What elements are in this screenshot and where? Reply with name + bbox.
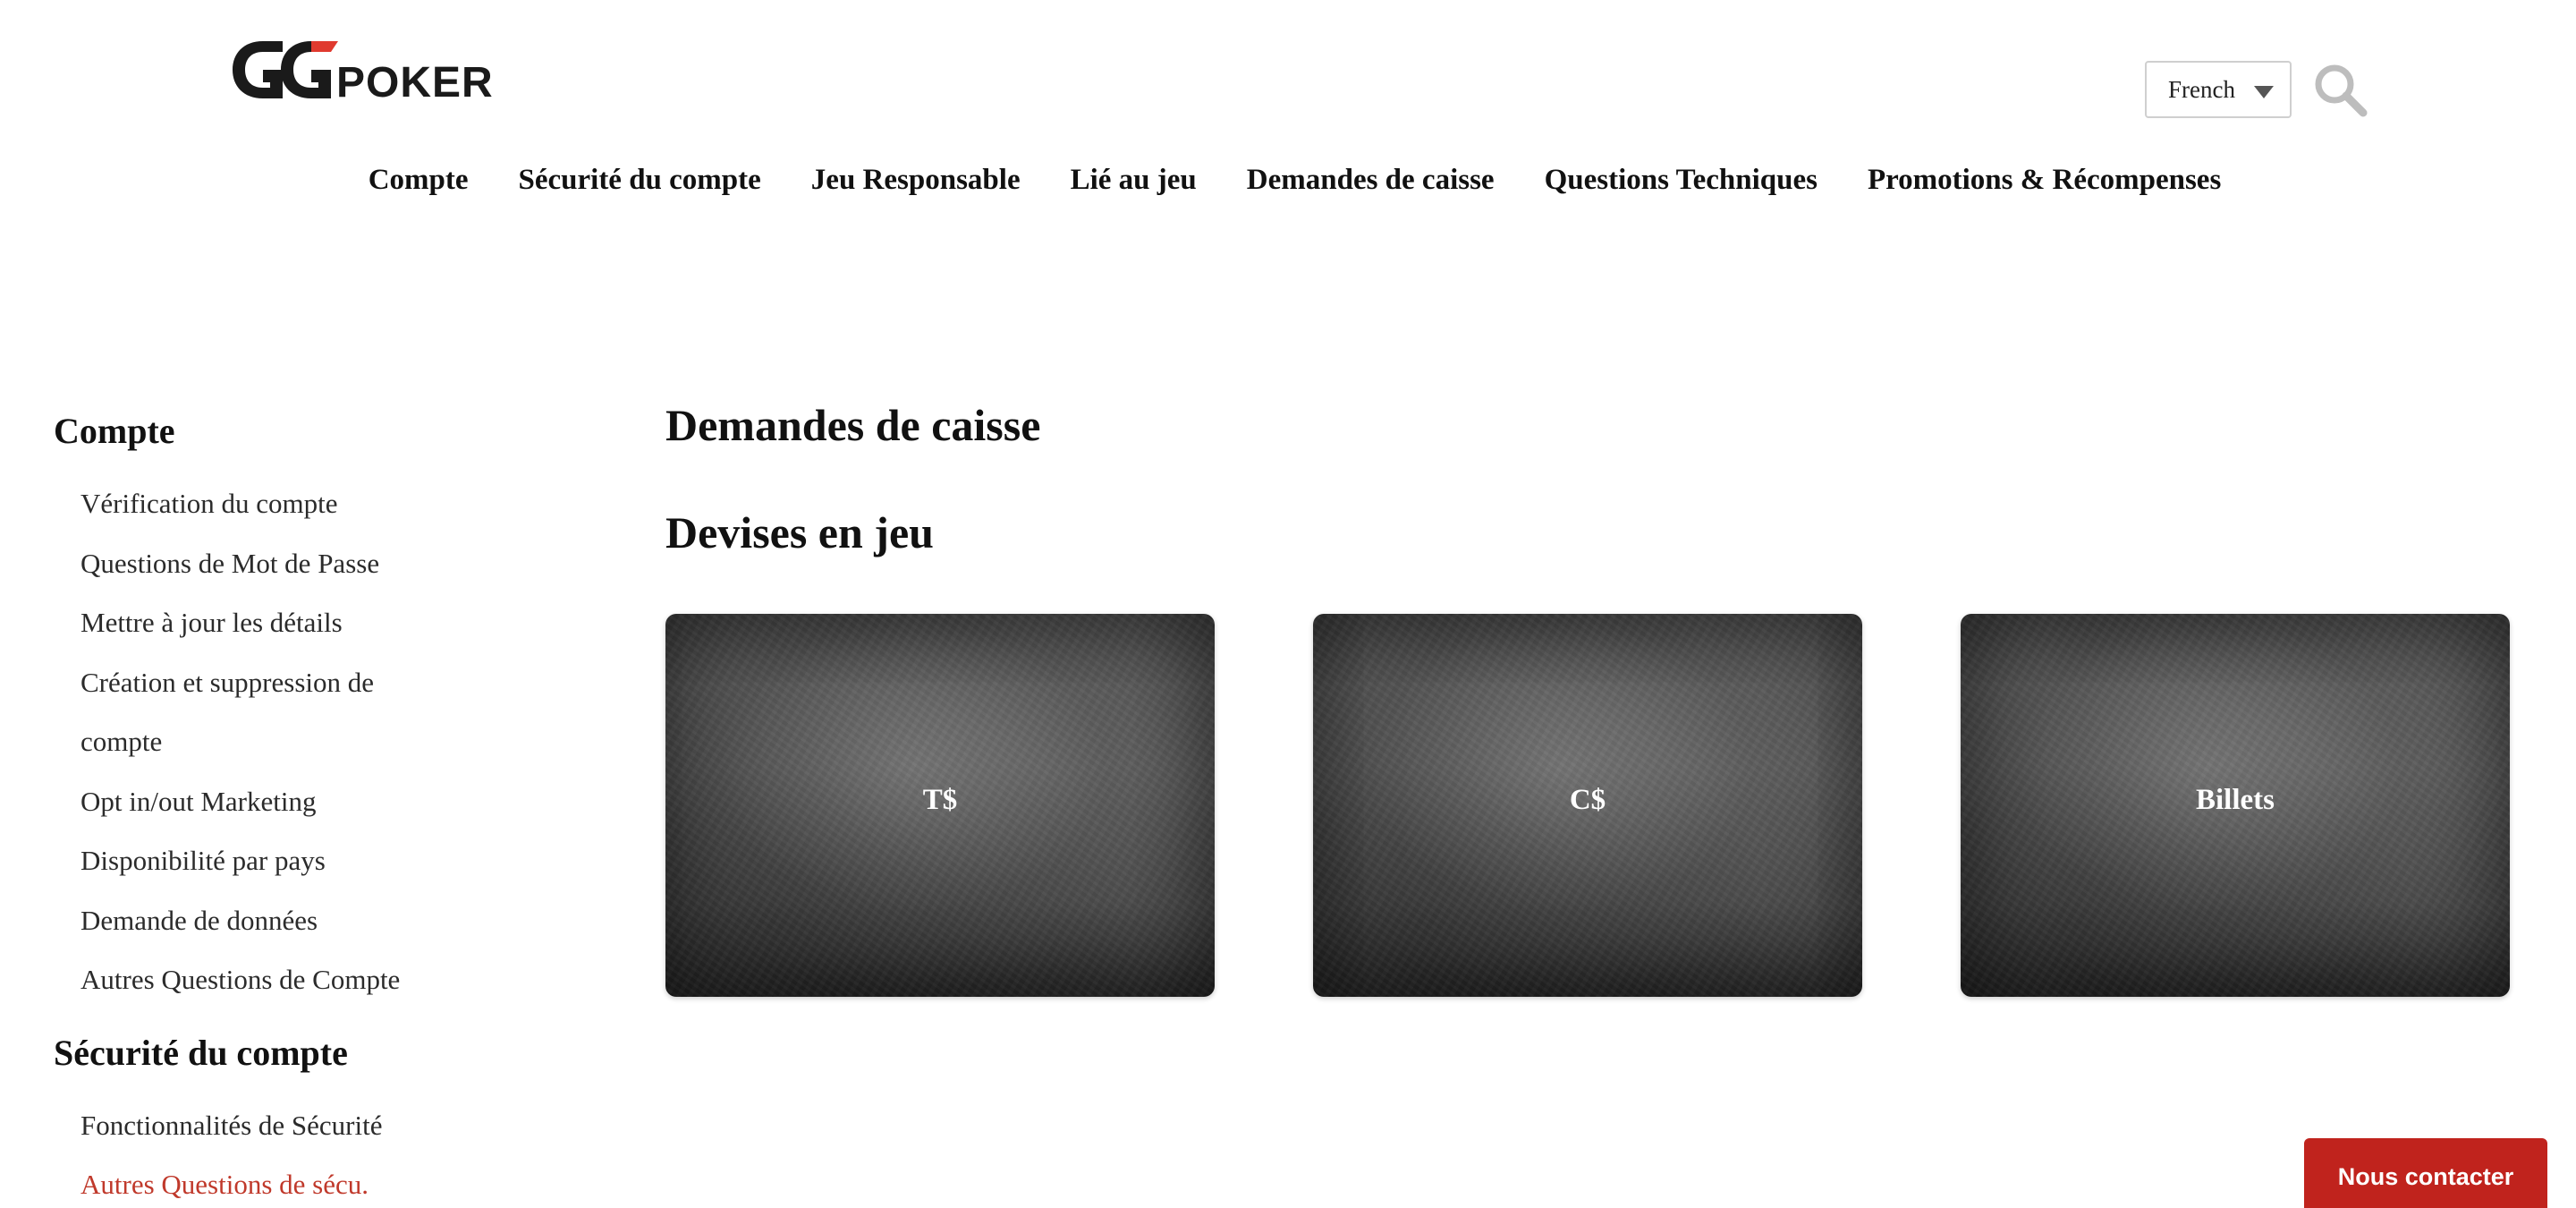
sidebar-item-demande-donnees[interactable]: Demande de données — [54, 891, 456, 951]
nav-item-compte[interactable]: Compte — [369, 157, 469, 202]
sidebar-heading-compte[interactable]: Compte — [54, 403, 555, 474]
sidebar-list-compte: Vérification du compte Questions de Mot … — [54, 474, 555, 1010]
nav-item-lie-au-jeu[interactable]: Lié au jeu — [1071, 157, 1197, 202]
sidebar-heading-securite[interactable]: Sécurité du compte — [54, 1025, 555, 1096]
card-label: Billets — [2196, 784, 2275, 816]
top-navigation: Compte Sécurité du compte Jeu Responsabl… — [0, 157, 2576, 202]
contact-button[interactable]: Nous contacter — [2304, 1138, 2547, 1208]
sidebar-item-mettre-a-jour[interactable]: Mettre à jour les détails — [54, 593, 456, 653]
sidebar: Compte Vérification du compte Questions … — [54, 403, 555, 1208]
section-title: Devises en jeu — [665, 507, 934, 557]
sidebar-item-creation-suppression[interactable]: Création et suppression de compte — [54, 653, 456, 772]
card-label: C$ — [1569, 784, 1606, 816]
sidebar-item-autres-compte[interactable]: Autres Questions de Compte — [54, 950, 456, 1010]
nav-item-securite-du-compte[interactable]: Sécurité du compte — [519, 157, 761, 202]
ggpoker-logo[interactable]: POKER — [227, 34, 531, 106]
card-label: T$ — [922, 784, 958, 816]
sidebar-item-disponibilite[interactable]: Disponibilité par pays — [54, 831, 456, 891]
logo-text: POKER — [336, 59, 494, 106]
currency-cards: T$ C$ Billets — [665, 614, 2517, 997]
card-tdollar[interactable]: T$ — [665, 614, 1215, 997]
nav-item-jeu-responsable[interactable]: Jeu Responsable — [811, 157, 1021, 202]
sidebar-item-fonctionnalites-securite[interactable]: Fonctionnalités de Sécurité — [54, 1096, 456, 1156]
language-selected-label: French — [2168, 75, 2235, 103]
search-icon[interactable] — [2311, 61, 2368, 118]
nav-item-demandes-de-caisse[interactable]: Demandes de caisse — [1247, 157, 1495, 202]
page-title: Demandes de caisse — [665, 400, 1041, 450]
card-billets[interactable]: Billets — [1961, 614, 2510, 997]
sidebar-list-securite: Fonctionnalités de Sécurité Autres Quest… — [54, 1096, 555, 1208]
sidebar-item-mot-de-passe[interactable]: Questions de Mot de Passe — [54, 534, 456, 594]
sidebar-item-opt-in-out[interactable]: Opt in/out Marketing — [54, 772, 456, 832]
caret-down-icon — [2254, 86, 2274, 98]
main-content: Demandes de caisse Devises en jeu — [665, 394, 2517, 564]
card-cdollar[interactable]: C$ — [1313, 614, 1862, 997]
logo-graphic: POKER — [233, 41, 494, 106]
nav-item-promotions-recompenses[interactable]: Promotions & Récompenses — [1868, 157, 2221, 202]
sidebar-item-autres-securite[interactable]: Autres Questions de sécu. — [54, 1155, 456, 1208]
nav-item-questions-techniques[interactable]: Questions Techniques — [1545, 157, 1818, 202]
sidebar-item-verification[interactable]: Vérification du compte — [54, 474, 456, 534]
language-select[interactable]: French — [2145, 61, 2292, 118]
